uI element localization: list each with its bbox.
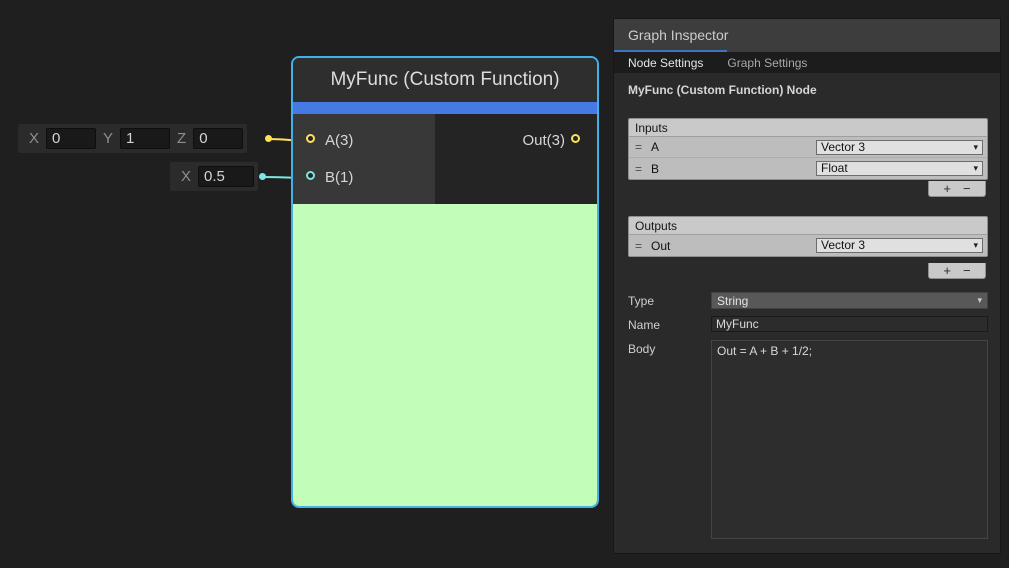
drag-handle-icon[interactable]: = — [635, 140, 642, 154]
input-b-type-dropdown[interactable]: Float ▾ — [816, 161, 983, 176]
port-out-icon[interactable] — [571, 134, 580, 143]
inputs-list: Inputs = A Vector 3 ▾ = B Float ▾ — [628, 118, 988, 180]
remove-input-button[interactable]: − — [963, 182, 971, 196]
outputs-list-title: Outputs — [629, 217, 987, 235]
tab-graph-settings[interactable]: Graph Settings — [727, 56, 807, 70]
custom-function-node[interactable]: MyFunc (Custom Function) A(3) B(1) Out(3… — [291, 56, 599, 508]
input-row-b[interactable]: = B Float ▾ — [629, 158, 987, 179]
vector3-x-label: X — [22, 130, 46, 147]
drag-handle-icon[interactable]: = — [635, 162, 642, 176]
float-connector-dot[interactable] — [259, 173, 266, 180]
vector3-x-field[interactable]: 0 — [46, 128, 96, 149]
float-input-widget: X 0.5 — [170, 162, 258, 191]
outputs-list-footer: + − — [928, 263, 986, 279]
dropdown-value: Vector 3 — [821, 239, 865, 252]
node-title: MyFunc (Custom Function) — [293, 58, 597, 102]
node-input-ports-panel — [293, 114, 435, 204]
input-a-name: A — [651, 140, 816, 154]
float-x-label: X — [174, 168, 198, 185]
chevron-down-icon: ▾ — [973, 239, 978, 252]
inputs-list-footer: + − — [928, 181, 986, 197]
remove-output-button[interactable]: − — [963, 264, 971, 278]
float-x-field[interactable]: 0.5 — [198, 166, 254, 187]
node-preview — [293, 204, 597, 506]
port-a-label: A(3) — [325, 131, 353, 151]
graph-inspector-panel: Graph Inspector Node Settings Graph Sett… — [613, 18, 1001, 554]
vector3-y-label: Y — [96, 130, 120, 147]
input-a-type-dropdown[interactable]: Vector 3 ▾ — [816, 140, 983, 155]
inspector-header[interactable]: Graph Inspector — [614, 19, 1000, 52]
node-settings-heading: MyFunc (Custom Function) Node — [628, 83, 817, 97]
body-textarea[interactable]: Out = A + B + 1/2; — [711, 340, 988, 539]
node-ports-area: A(3) B(1) Out(3) — [293, 114, 597, 204]
vector3-input-widget: X 0 Y 1 Z 0 — [18, 124, 247, 153]
port-b-icon[interactable] — [306, 171, 315, 180]
vector3-y-field[interactable]: 1 — [120, 128, 170, 149]
inspector-tab-bar: Node Settings Graph Settings — [614, 52, 1000, 73]
chevron-down-icon: ▾ — [973, 162, 978, 175]
port-a-icon[interactable] — [306, 134, 315, 143]
tab-node-settings[interactable]: Node Settings — [628, 56, 703, 70]
name-field-label: Name — [628, 318, 660, 332]
port-out-label: Out(3) — [522, 131, 565, 151]
dropdown-value: String — [717, 294, 748, 308]
output-out-name: Out — [651, 239, 816, 253]
input-row-a[interactable]: = A Vector 3 ▾ — [629, 137, 987, 158]
drag-handle-icon[interactable]: = — [635, 239, 642, 253]
outputs-list: Outputs = Out Vector 3 ▾ — [628, 216, 988, 257]
port-b-label: B(1) — [325, 168, 353, 188]
name-input[interactable]: MyFunc — [711, 316, 988, 332]
output-row-out[interactable]: = Out Vector 3 ▾ — [629, 235, 987, 256]
inputs-list-title: Inputs — [629, 119, 987, 137]
type-dropdown[interactable]: String ▾ — [711, 292, 988, 309]
add-output-button[interactable]: + — [943, 264, 951, 278]
chevron-down-icon: ▾ — [973, 141, 978, 154]
input-b-name: B — [651, 162, 816, 176]
body-field-label: Body — [628, 342, 655, 356]
inspector-title: Graph Inspector — [628, 27, 728, 43]
node-accent-bar — [293, 102, 597, 114]
vector3-connector-dot[interactable] — [265, 135, 272, 142]
dropdown-value: Vector 3 — [821, 141, 865, 154]
chevron-down-icon: ▾ — [977, 295, 982, 306]
dropdown-value: Float — [821, 162, 848, 175]
node-header[interactable]: MyFunc (Custom Function) — [293, 58, 597, 102]
vector3-z-field[interactable]: 0 — [193, 128, 243, 149]
type-field-label: Type — [628, 294, 654, 308]
add-input-button[interactable]: + — [943, 182, 951, 196]
vector3-z-label: Z — [170, 130, 193, 147]
output-out-type-dropdown[interactable]: Vector 3 ▾ — [816, 238, 983, 253]
